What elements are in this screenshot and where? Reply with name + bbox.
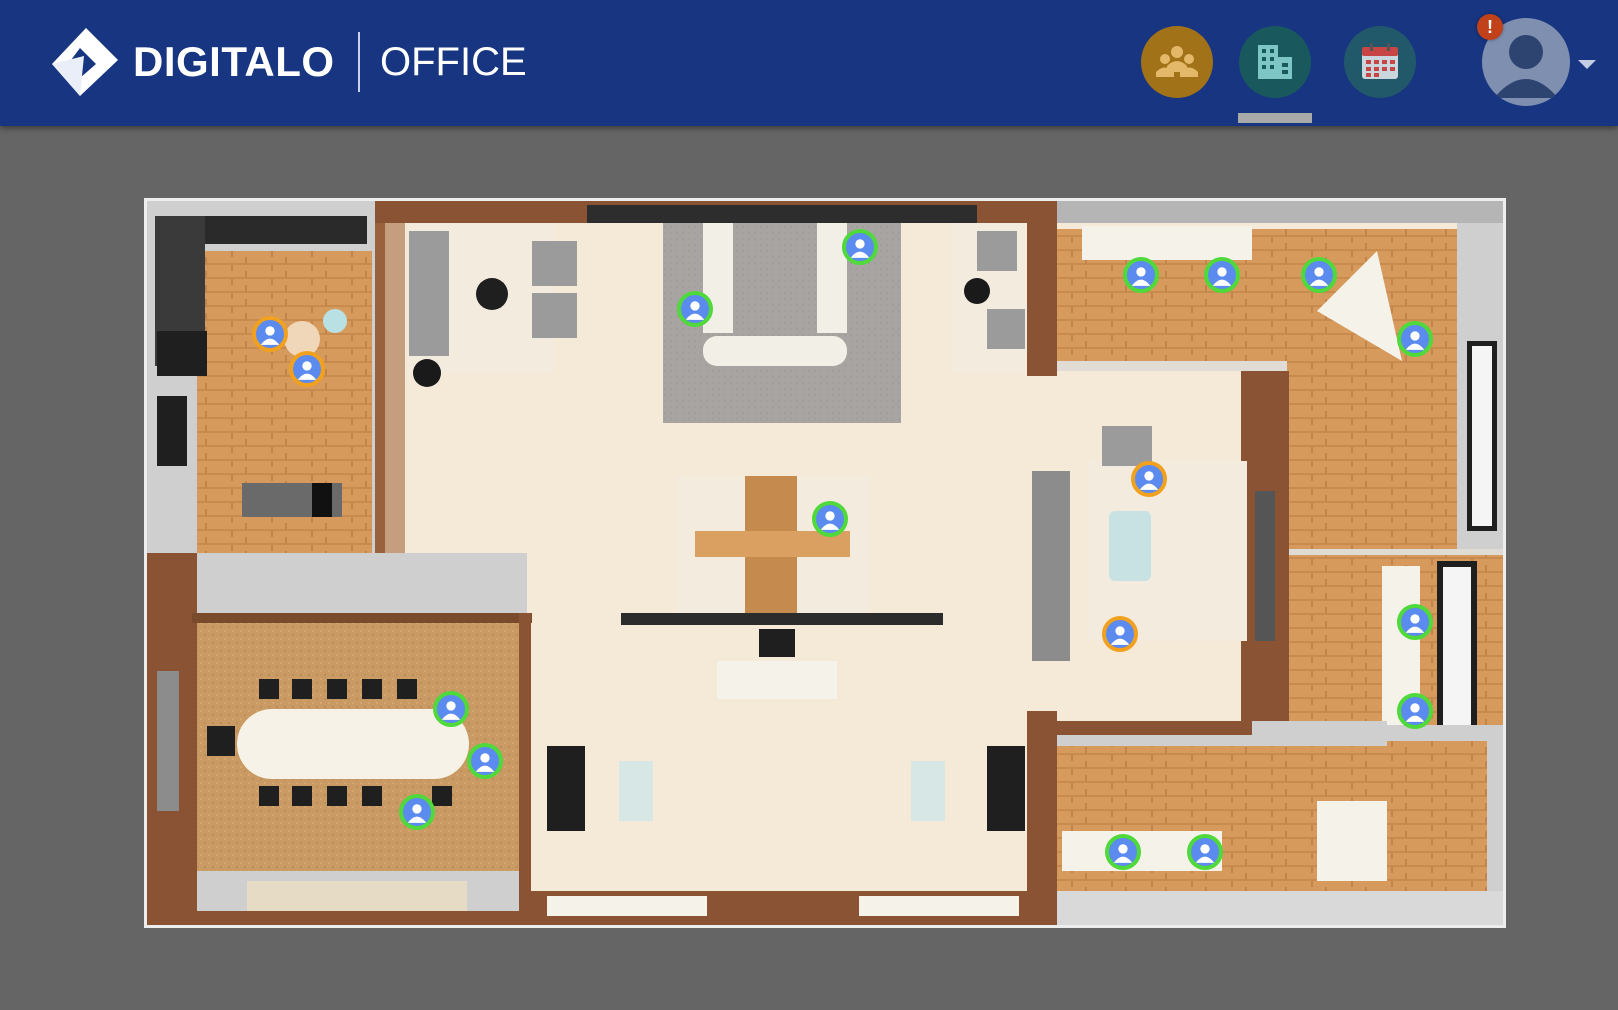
person-icon [407, 804, 427, 823]
calendar-nav-button[interactable] [1344, 26, 1416, 98]
person-icon [297, 361, 317, 380]
header-divider [358, 32, 360, 92]
occupant-marker[interactable] [1204, 257, 1240, 293]
person-icon [1309, 267, 1329, 286]
top-bar: DIGITALO OFFICE ! [0, 0, 1618, 126]
person-icon [1405, 703, 1425, 722]
floorplan-map [147, 201, 1503, 925]
person-icon [441, 701, 461, 720]
person-icon [475, 753, 495, 772]
person-icon [1110, 626, 1130, 645]
team-nav-button[interactable] [1141, 26, 1213, 98]
product-name: OFFICE [380, 40, 527, 84]
person-icon [1405, 614, 1425, 633]
calendar-icon [1362, 43, 1398, 79]
occupant-marker[interactable] [1187, 834, 1223, 870]
person-icon [1212, 267, 1232, 286]
occupant-marker[interactable] [1301, 257, 1337, 293]
chevron-down-icon[interactable] [1578, 60, 1596, 70]
occupant-marker[interactable] [399, 794, 435, 830]
occupant-marker[interactable] [1105, 834, 1141, 870]
person-icon [685, 301, 705, 320]
person-icon [260, 326, 280, 345]
occupant-marker[interactable] [467, 743, 503, 779]
occupant-marker[interactable] [1397, 321, 1433, 357]
person-icon [1131, 267, 1151, 286]
notification-badge[interactable]: ! [1477, 14, 1503, 40]
person-icon [1139, 471, 1159, 490]
occupant-marker[interactable] [1131, 461, 1167, 497]
office-floorplan [144, 198, 1506, 928]
occupant-marker[interactable] [289, 351, 325, 387]
occupant-marker[interactable] [1123, 257, 1159, 293]
occupant-marker[interactable] [433, 691, 469, 727]
occupant-marker[interactable] [1397, 693, 1433, 729]
person-icon [1195, 844, 1215, 863]
team-icon [1156, 46, 1198, 77]
person-icon [820, 511, 840, 530]
building-icon [1258, 45, 1292, 79]
person-icon [1113, 844, 1133, 863]
occupant-marker[interactable] [1102, 616, 1138, 652]
occupant-marker[interactable] [1397, 604, 1433, 640]
person-icon [1405, 331, 1425, 350]
brand-name: DIGITALO [133, 38, 335, 85]
occupant-marker[interactable] [812, 501, 848, 537]
occupant-marker[interactable] [252, 316, 288, 352]
occupant-marker[interactable] [677, 291, 713, 327]
digitalo-logo-icon [52, 28, 118, 96]
occupant-marker[interactable] [842, 229, 878, 265]
active-tab-indicator [1238, 113, 1312, 123]
person-icon [850, 239, 870, 258]
building-nav-button[interactable] [1239, 26, 1311, 98]
